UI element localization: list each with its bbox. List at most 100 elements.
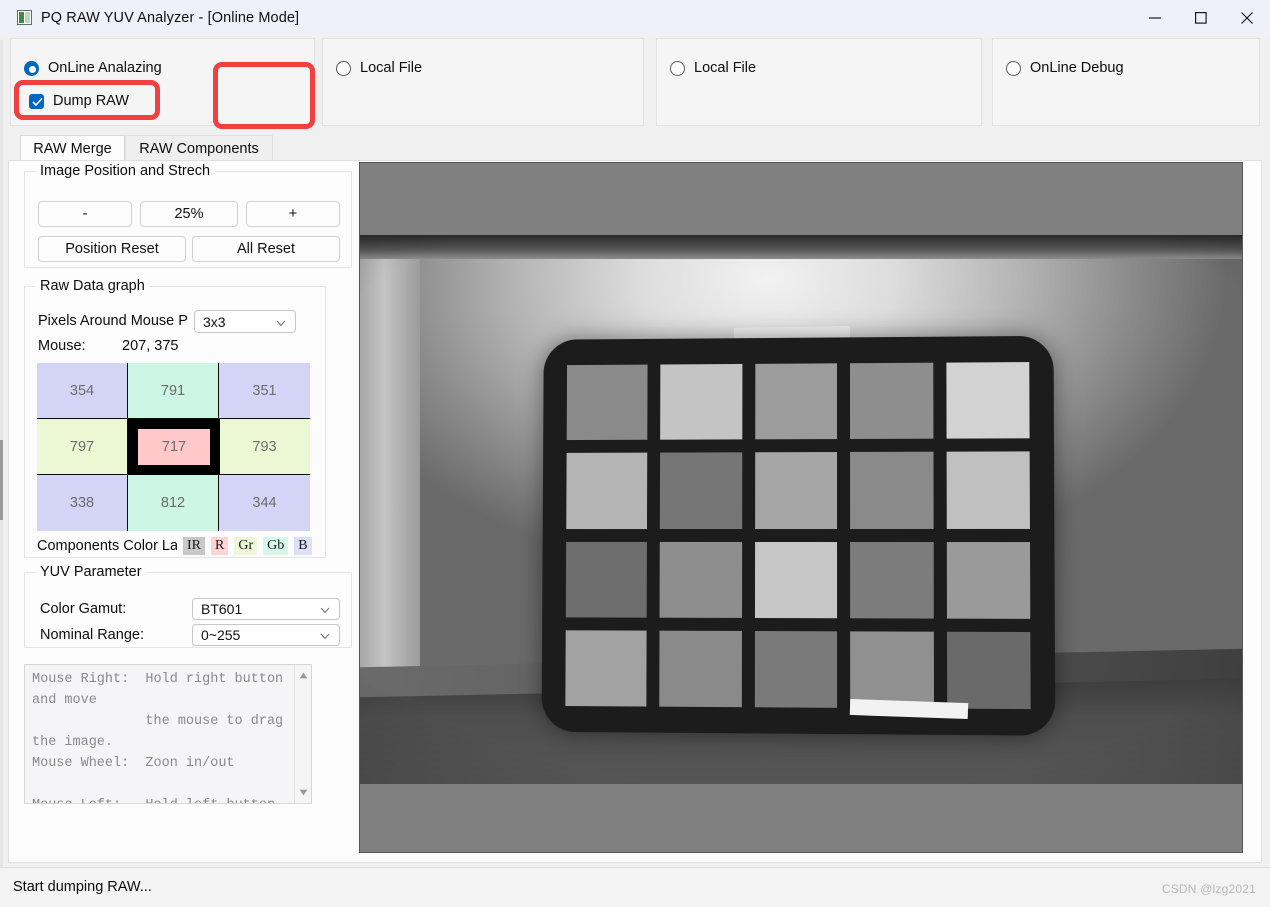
application-window: PQ RAW YUV Analyzer - [Online Mode] OnLi… — [0, 0, 1270, 907]
radio-online-analyzing[interactable]: OnLine Analazing — [24, 60, 162, 76]
chart-patch — [946, 631, 1031, 710]
radio-icon — [24, 60, 39, 76]
legend-chip-gb: Gb — [263, 536, 289, 555]
pixels-around-mouse-select[interactable]: 3x3 — [194, 310, 296, 333]
selected-pixel-highlight: 717 — [128, 419, 220, 475]
pixel-cell[interactable]: 791 — [128, 363, 219, 419]
left-edge-scrollbar[interactable] — [0, 40, 3, 890]
raw-image-preview[interactable] — [360, 235, 1242, 784]
close-icon[interactable] — [1224, 0, 1270, 35]
position-reset-label: Position Reset — [65, 241, 159, 257]
chevron-down-icon — [276, 314, 286, 330]
window-title: PQ RAW YUV Analyzer - [Online Mode] — [41, 9, 300, 26]
tab-raw-merge-label: RAW Merge — [33, 140, 112, 157]
chart-patch — [660, 452, 743, 529]
pixel-cell[interactable]: 351 — [219, 363, 310, 419]
title-bar: PQ RAW YUV Analyzer - [Online Mode] — [0, 0, 1270, 35]
chart-patch — [566, 364, 648, 441]
group-raw-data-graph-title: Raw Data graph — [35, 278, 150, 294]
chart-patch — [754, 541, 838, 619]
nominal-range-select[interactable]: 0~255 — [192, 624, 340, 646]
image-preview-viewport[interactable] — [359, 162, 1243, 853]
help-textbox[interactable]: Mouse Right: Hold right button and move … — [24, 664, 312, 804]
preview-ceiling — [360, 235, 1242, 259]
app-icon — [17, 10, 32, 25]
radio-local-file-raw[interactable]: Local File — [336, 60, 422, 76]
position-reset-button[interactable]: Position Reset — [38, 236, 186, 262]
pixel-cell[interactable]: 797 — [37, 419, 128, 475]
watermark-text: CSDN @lzg2021 — [1161, 882, 1256, 896]
components-color-legend: Components Color Lab IR R Gr Gb B — [37, 536, 312, 555]
radio-local-file-yuv[interactable]: Local File — [670, 60, 756, 76]
zoom-out-label: - — [82, 206, 88, 222]
legend-chip-ir: IR — [183, 536, 205, 555]
group-yuv-parameter-title: YUV Parameter — [35, 564, 147, 580]
pixels-around-mouse-label: Pixels Around Mouse P — [38, 313, 188, 329]
pixel-cell-value: 793 — [252, 438, 277, 455]
pixel-cell[interactable]: 338 — [37, 475, 128, 531]
pixel-cell[interactable]: 793 — [219, 419, 310, 475]
scroll-up-arrow-icon[interactable] — [295, 667, 311, 684]
checkbox-label: Dump RAW — [53, 93, 129, 109]
radio-label: OnLine Debug — [1030, 60, 1124, 76]
radio-icon — [1006, 60, 1021, 76]
nominal-range-label: Nominal Range: — [40, 627, 144, 643]
selected-pixel-value: 717 — [138, 429, 210, 465]
preview-test-chart — [541, 335, 1056, 736]
chart-patch — [946, 541, 1031, 619]
components-color-legend-label: Components Color Lab — [37, 537, 177, 554]
chart-patch — [850, 362, 934, 440]
legend-chip-gr: Gr — [234, 536, 258, 555]
pixel-cell[interactable]: 354 — [37, 363, 128, 419]
tab-raw-components-label: RAW Components — [139, 140, 259, 157]
chart-patch — [566, 452, 648, 529]
zoom-out-button[interactable]: - — [38, 201, 132, 227]
chart-patch — [850, 541, 934, 619]
chart-patch — [659, 541, 742, 618]
color-gamut-label: Color Gamut: — [40, 601, 127, 617]
pixel-cell-value: 797 — [69, 438, 95, 455]
pixel-cell[interactable]: 812 — [128, 475, 219, 531]
radio-label: Local File — [694, 60, 757, 76]
zoom-level-value: 25% — [174, 206, 204, 222]
chevron-down-icon — [320, 627, 330, 643]
all-reset-button[interactable]: All Reset — [192, 236, 340, 262]
radio-icon — [336, 60, 351, 76]
minimize-icon[interactable] — [1132, 0, 1178, 35]
pixel-cell-value: 812 — [160, 495, 186, 511]
pixel-cell-value: 338 — [69, 495, 95, 511]
chart-patch — [565, 630, 648, 707]
help-scrollbar[interactable] — [294, 665, 311, 803]
color-gamut-select[interactable]: BT601 — [192, 598, 340, 620]
tab-raw-components[interactable]: RAW Components — [125, 135, 273, 161]
chart-patch — [946, 451, 1030, 529]
checkbox-icon — [29, 93, 44, 109]
legend-chip-r: R — [211, 536, 229, 555]
pixel-cell-value: 791 — [160, 382, 186, 399]
chart-patch — [754, 630, 838, 708]
chart-patch — [945, 362, 1030, 439]
chart-patch — [850, 451, 934, 529]
maximize-icon[interactable] — [1178, 0, 1224, 35]
radio-online-debug[interactable]: OnLine Debug — [1006, 60, 1124, 76]
chart-patch — [755, 363, 838, 440]
pixel-cell[interactable]: 344 — [219, 475, 310, 531]
pixel-cell-value: 344 — [252, 495, 277, 511]
mouse-coord-label: Mouse: — [38, 338, 86, 354]
zoom-in-label: + — [288, 206, 298, 222]
tab-raw-merge[interactable]: RAW Merge — [20, 135, 125, 161]
zoom-level-display[interactable]: 25% — [140, 201, 238, 227]
panel-online-debug: OnLine Debug Prepar Data BITS: 8bits — [992, 38, 1260, 126]
window-controls — [1132, 0, 1270, 35]
pixel-cell-value: 351 — [252, 382, 277, 399]
checkbox-dump-raw[interactable]: Dump RAW — [29, 93, 129, 109]
panel-local-file-raw: Local File Open RAW File Frame: Up 1/1 D… — [322, 38, 644, 126]
help-text: Mouse Right: Hold right button and move … — [32, 672, 284, 803]
scroll-down-arrow-icon[interactable] — [295, 784, 311, 801]
zoom-in-button[interactable]: + — [246, 201, 340, 227]
chevron-down-icon — [320, 601, 330, 617]
radio-label: OnLine Analazing — [48, 60, 162, 76]
chart-patch — [565, 541, 648, 618]
radio-icon — [670, 60, 685, 76]
chart-patch — [850, 631, 934, 709]
